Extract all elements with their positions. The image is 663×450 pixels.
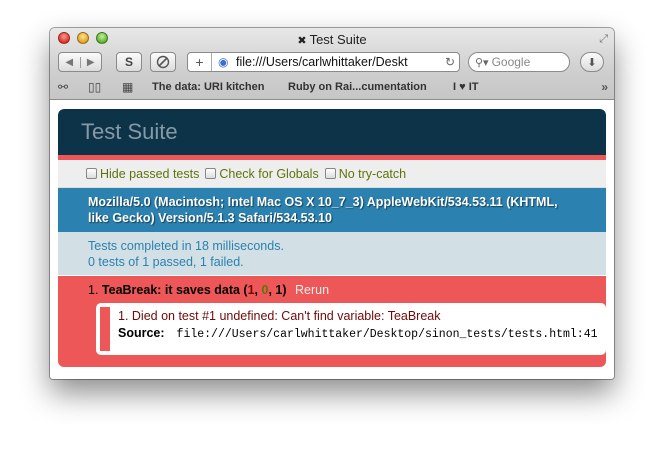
qunit-header[interactable]: Test Suite xyxy=(58,109,606,155)
bookmark-item[interactable]: I ♥ IT xyxy=(453,81,478,93)
no-try-catch-option[interactable]: No try-catch xyxy=(324,167,406,181)
check-globals-option[interactable]: Check for Globals xyxy=(205,167,319,181)
forward-arrow-icon[interactable]: ▶ xyxy=(79,56,102,68)
reading-list-icon[interactable]: ⚯ xyxy=(58,80,68,94)
user-agent: Mozilla/5.0 (Macintosh; Intel Mac OS X 1… xyxy=(58,188,606,232)
hide-passed-checkbox[interactable] xyxy=(86,168,97,179)
back-forward-group: ◀ ▶ xyxy=(58,52,102,72)
bookmarks-overflow-icon[interactable]: » xyxy=(601,80,608,94)
rerun-link[interactable]: Rerun xyxy=(295,283,329,297)
add-bookmark-button[interactable]: + xyxy=(188,53,212,71)
failed-count: 1 xyxy=(247,283,255,297)
assertion-message: 1. Died on test #1 undefined: Can't find… xyxy=(118,309,441,323)
source-label: Source: xyxy=(118,326,165,340)
assertion-item: 1. Died on test #1 undefined: Can't find… xyxy=(100,307,606,351)
assertion-source: Source: file:///Users/carlwhittaker/Deskt… xyxy=(118,326,606,341)
wrench-button[interactable] xyxy=(150,52,176,72)
no-try-catch-checkbox[interactable] xyxy=(324,168,336,179)
test-name: TeaBreak: it saves data xyxy=(101,283,240,297)
window-title: ✖ Test Suite xyxy=(297,32,367,47)
assertion-list: 1. Died on test #1 undefined: Can't find… xyxy=(96,303,606,355)
browser-chrome: ✖ Test Suite ⤢ ◀ ▶ S + ◉ file:///Users/ca… xyxy=(50,28,614,100)
title-bar: ✖ Test Suite ⤢ xyxy=(50,28,614,50)
test-item[interactable]: 1. TeaBreak: it saves data (1, 0, 1) Rer… xyxy=(88,283,596,297)
page-content: Test Suite Hide passed tests Check for G… xyxy=(50,101,614,379)
search-icon: ⚲▾ xyxy=(475,56,489,69)
address-bar[interactable]: + ◉ file:///Users/carlwhittaker/Deskt ↻ xyxy=(187,52,460,72)
qunit-container: Test Suite Hide passed tests Check for G… xyxy=(58,109,606,367)
address-input[interactable]: file:///Users/carlwhittaker/Deskt xyxy=(234,55,441,69)
back-arrow-icon[interactable]: ◀ xyxy=(59,57,80,68)
test-counts: (1, 0, 1) xyxy=(239,283,287,297)
source-path: file:///Users/carlwhittaker/Desktop/sino… xyxy=(176,328,598,341)
browser-window: ✖ Test Suite ⤢ ◀ ▶ S + ◉ file:///Users/ca… xyxy=(50,28,614,379)
bookmark-item[interactable]: The data: URI kitchen xyxy=(152,81,264,93)
s-button[interactable]: S xyxy=(116,52,142,72)
close-x-icon: ✖ xyxy=(297,35,307,47)
reload-icon[interactable]: ↻ xyxy=(441,55,459,69)
download-arrow-icon: ⬇ xyxy=(587,56,597,69)
wrench-icon xyxy=(156,55,170,69)
downloads-button[interactable]: ⬇ xyxy=(580,52,604,72)
fullscreen-icon[interactable]: ⤢ xyxy=(599,33,608,46)
search-field[interactable]: ⚲▾ Google xyxy=(468,52,570,72)
hide-passed-option[interactable]: Hide passed tests xyxy=(86,167,199,181)
bookmark-item[interactable]: Ruby on Rai...cumentation xyxy=(288,81,427,93)
test-result-summary: Tests completed in 18 milliseconds. 0 te… xyxy=(58,232,606,276)
result-counts: 0 tests of 1 passed, 1 failed. xyxy=(88,255,244,269)
test-list: 1. TeaBreak: it saves data (1, 0, 1) Rer… xyxy=(58,276,606,367)
top-sites-grid-icon[interactable]: ▦ xyxy=(122,80,133,94)
check-globals-checkbox[interactable] xyxy=(205,168,217,179)
search-placeholder: Google xyxy=(491,55,531,69)
qunit-toolbar: Hide passed tests Check for Globals No t… xyxy=(58,160,606,188)
browser-toolbar: ◀ ▶ S + ◉ file:///Users/carlwhittaker/De… xyxy=(50,50,614,76)
result-duration: Tests completed in 18 milliseconds. xyxy=(88,239,284,253)
bookmarks-bar: ⚯ ▯▯ ▦ The data: URI kitchen Ruby on Rai… xyxy=(50,76,614,98)
globe-icon: ◉ xyxy=(218,55,229,69)
bookmarks-book-icon[interactable]: ▯▯ xyxy=(88,80,101,94)
